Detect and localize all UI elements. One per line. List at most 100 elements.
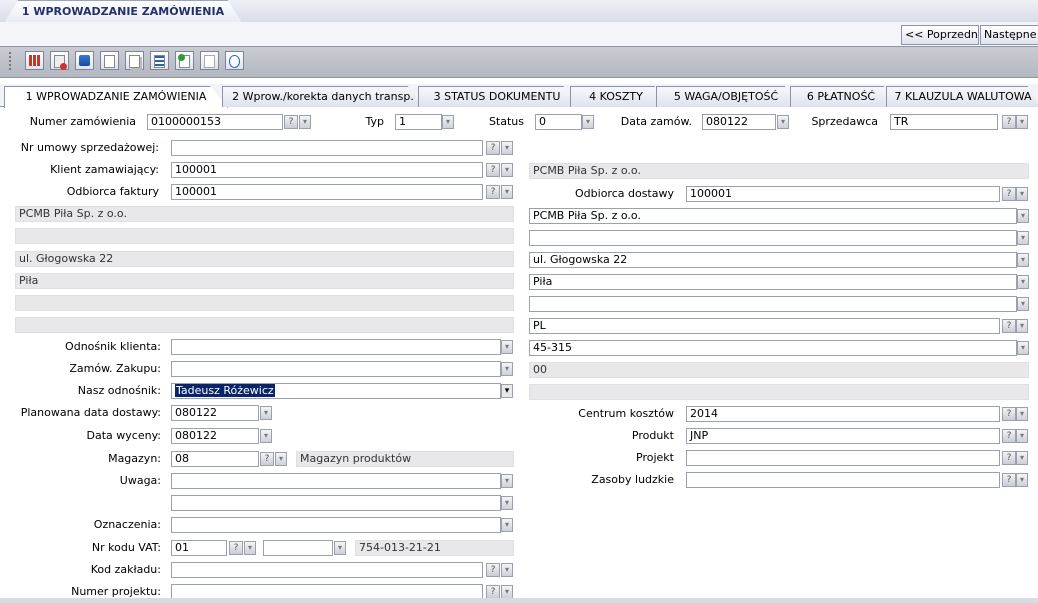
type-dropdown-icon[interactable]: ▾ (442, 115, 454, 129)
tab-payment[interactable]: 6 PŁATNOŚĆ (790, 86, 892, 107)
tab-transport-data[interactable]: 2 Wprow./korekta danych transp. (222, 86, 424, 107)
delivery-address-line-3[interactable]: ul. Głogowska 22 (529, 252, 1017, 268)
contract-dropdown-icon[interactable]: ▾ (501, 141, 513, 155)
delivery-dropdown-icon[interactable]: ▾ (1016, 187, 1028, 201)
delete-record-icon[interactable] (50, 51, 69, 70)
warehouse-lookup-icon[interactable]: ? (260, 452, 274, 466)
project-dropdown-icon[interactable]: ▾ (1016, 451, 1028, 465)
project-number-dropdown-icon[interactable]: ▾ (501, 585, 513, 599)
cost-center-dropdown-icon[interactable]: ▾ (1016, 407, 1028, 421)
notes-1-dropdown-icon[interactable]: ▾ (501, 474, 513, 488)
tab-order-entry[interactable]: 1 WPROWADZANIE ZAMÓWIENIA (4, 86, 228, 108)
quote-date-dropdown-icon[interactable]: ▾ (260, 429, 272, 443)
vat-extra-dropdown-icon[interactable]: ▾ (334, 541, 346, 555)
delivery-lookup-icon[interactable]: ? (1002, 187, 1016, 201)
tab-weight-volume[interactable]: 5 WAGA/OBJĘTOŚĆ (656, 86, 796, 107)
delivery-addr3-dropdown-icon[interactable]: ▾ (1017, 253, 1029, 267)
our-ref-field[interactable]: Tadeusz Różewicz (171, 383, 501, 399)
tab-currency-clause[interactable]: 7 KLAUZULA WALUTOWA (886, 86, 1038, 107)
project-number-lookup-icon[interactable]: ? (486, 585, 500, 599)
order-date-field[interactable]: 080122 (702, 114, 776, 130)
product-lookup-icon[interactable]: ? (1002, 429, 1016, 443)
human-resources-field[interactable] (686, 472, 1000, 488)
delivery-address-line-1[interactable]: PCMB Piła Sp. z o.o. (529, 208, 1017, 224)
notes-field-1[interactable] (171, 473, 501, 489)
client-lookup-icon[interactable]: ? (486, 163, 500, 177)
seller-field[interactable]: TR (890, 114, 998, 130)
order-date-dropdown-icon[interactable]: ▾ (777, 115, 789, 129)
delivery-addr4-dropdown-icon[interactable]: ▾ (1017, 275, 1029, 289)
previous-button[interactable]: << Poprzedni (901, 25, 979, 45)
contract-lookup-icon[interactable]: ? (486, 141, 500, 155)
delivery-recipient-field[interactable]: 100001 (686, 186, 1000, 202)
vat-extra-field[interactable] (263, 540, 333, 556)
country-dropdown-icon[interactable]: ▾ (1016, 319, 1028, 333)
plant-code-dropdown-icon[interactable]: ▾ (501, 563, 513, 577)
delivery-addr1-dropdown-icon[interactable]: ▾ (1017, 209, 1029, 223)
plant-code-field[interactable] (171, 562, 483, 578)
copy-document-icon[interactable] (125, 51, 144, 70)
quote-date-field[interactable]: 080122 (171, 428, 259, 444)
invoice-recipient-field[interactable]: 100001 (171, 184, 483, 200)
marks-field[interactable] (171, 517, 501, 533)
invoice-lookup-icon[interactable]: ? (486, 185, 500, 199)
notes-field-2[interactable] (171, 495, 501, 511)
order-number-dropdown-icon[interactable]: ▾ (299, 115, 311, 129)
project-field[interactable] (686, 450, 1000, 466)
postcode-dropdown-icon[interactable]: ▾ (1017, 341, 1029, 355)
database-icon[interactable] (75, 51, 94, 70)
warehouse-field[interactable]: 08 (171, 451, 259, 467)
next-button[interactable]: Następne > (980, 25, 1038, 45)
pause-icon[interactable] (225, 51, 244, 70)
delivery-addr2-dropdown-icon[interactable]: ▾ (1017, 231, 1029, 245)
toolbar-grip-icon[interactable] (9, 52, 15, 70)
country-lookup-icon[interactable]: ? (1002, 319, 1016, 333)
contract-field[interactable] (171, 140, 483, 156)
purchase-order-field[interactable] (171, 361, 501, 377)
tab-costs[interactable]: 4 KOSZTY (570, 86, 662, 107)
order-number-field[interactable]: 0100000153 (147, 114, 283, 130)
client-ref-dropdown-icon[interactable]: ▾ (501, 340, 513, 354)
notes-2-dropdown-icon[interactable]: ▾ (501, 496, 513, 510)
product-dropdown-icon[interactable]: ▾ (1016, 429, 1028, 443)
country-field[interactable]: PL (529, 318, 1000, 334)
plant-code-lookup-icon[interactable]: ? (486, 563, 500, 577)
list-document-icon[interactable] (150, 51, 169, 70)
type-field[interactable]: 1 (395, 114, 442, 130)
human-resources-dropdown-icon[interactable]: ▾ (1016, 473, 1028, 487)
vat-code-dropdown-icon[interactable]: ▾ (244, 541, 256, 555)
purchase-order-dropdown-icon[interactable]: ▾ (501, 362, 513, 376)
our-ref-dropdown-icon[interactable]: ▾ (501, 384, 513, 398)
vat-code-lookup-icon[interactable]: ? (229, 541, 243, 555)
warehouse-dropdown-icon[interactable]: ▾ (275, 452, 287, 466)
delivery-address-line-4[interactable]: Piła (529, 274, 1017, 290)
planned-date-field[interactable]: 080122 (171, 405, 259, 421)
calendar-grid-icon[interactable] (25, 51, 44, 70)
planned-date-dropdown-icon[interactable]: ▾ (260, 406, 272, 420)
product-field[interactable]: JNP (686, 428, 1000, 444)
delivery-address-line-5[interactable] (529, 296, 1017, 312)
human-resources-lookup-icon[interactable]: ? (1002, 473, 1016, 487)
seller-dropdown-icon[interactable]: ▾ (1016, 115, 1028, 129)
delivery-addr5-dropdown-icon[interactable]: ▾ (1017, 297, 1029, 311)
delivery-address-line-2[interactable] (529, 230, 1017, 246)
new-document-icon[interactable] (100, 51, 119, 70)
order-number-lookup-icon[interactable]: ? (284, 115, 298, 129)
tab-document-status[interactable]: 3 STATUS DOKUMENTU (418, 86, 576, 107)
client-field[interactable]: 100001 (171, 162, 483, 178)
cost-center-lookup-icon[interactable]: ? (1002, 407, 1016, 421)
cost-center-field[interactable]: 2014 (686, 406, 1000, 422)
status-field[interactable]: 0 (535, 114, 582, 130)
postcode-field[interactable]: 45-315 (529, 340, 1017, 356)
vat-code-field[interactable]: 01 (171, 540, 227, 556)
status-dropdown-icon[interactable]: ▾ (582, 115, 594, 129)
client-ref-field[interactable] (171, 339, 501, 355)
marks-dropdown-icon[interactable]: ▾ (501, 518, 513, 532)
project-lookup-icon[interactable]: ? (1002, 451, 1016, 465)
window-tab-order-entry[interactable]: 1 WPROWADZANIE ZAMÓWIENIA (4, 0, 242, 23)
invoice-dropdown-icon[interactable]: ▾ (501, 185, 513, 199)
seller-lookup-icon[interactable]: ? (1002, 115, 1016, 129)
client-dropdown-icon[interactable]: ▾ (501, 163, 513, 177)
blank-page-icon[interactable] (200, 51, 219, 70)
add-document-icon[interactable] (175, 51, 194, 70)
